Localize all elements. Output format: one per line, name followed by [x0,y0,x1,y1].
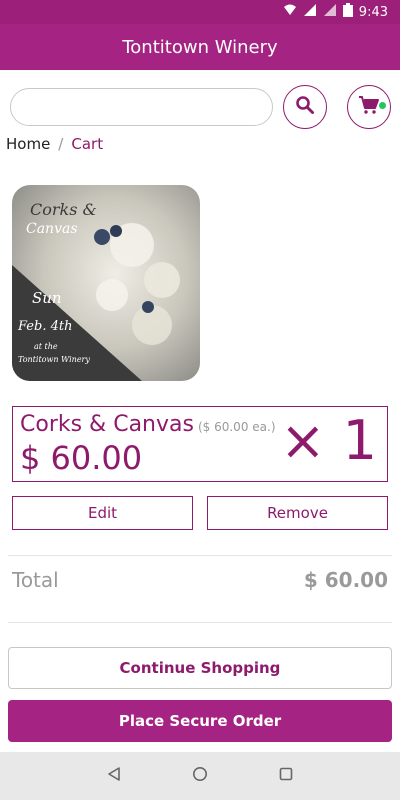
item-name-row: Corks & Canvas ($ 60.00 ea.) [20,412,276,437]
app-bar: Tontitown Winery [0,24,400,70]
cart-button[interactable] [347,85,391,129]
search-button[interactable] [283,85,327,129]
product-image-text-6: Tontitown Winery [18,355,90,364]
total-value: $ 60.00 [303,568,388,592]
breadcrumb-home[interactable]: Home [6,135,50,153]
cart-badge-dot [379,102,386,109]
product-image-text-1: Corks & [30,200,97,219]
breadcrumb: Home / Cart [6,135,103,153]
cart-item: Corks & Canvas ($ 60.00 ea.) $ 60.00 × 1 [12,406,388,482]
total-label: Total [12,568,59,592]
back-icon[interactable] [106,766,122,786]
product-image-text-5: at the [34,342,58,351]
system-nav-bar [0,752,400,800]
signal-icon [323,3,337,21]
battery-icon [342,3,353,21]
item-unit-price: ($ 60.00 ea.) [197,420,276,434]
search-field [10,88,273,126]
search-icon [295,95,315,119]
product-image: Corks & Canvas Sun Feb. 4th at the Tonti… [12,185,200,381]
edit-button[interactable]: Edit [12,496,193,530]
divider [8,555,392,556]
breadcrumb-current: Cart [71,135,104,153]
item-price: $ 60.00 [20,439,143,477]
search-input[interactable] [11,89,272,125]
product-image-text-3: Sun [32,289,62,307]
continue-shopping-button[interactable]: Continue Shopping [8,647,392,689]
wifi-icon [283,3,297,21]
breadcrumb-separator: / [58,135,64,153]
cart-icon [358,95,380,119]
recents-icon[interactable] [278,766,294,786]
home-icon[interactable] [192,766,208,786]
item-quantity: × 1 [280,409,377,472]
status-bar: 9:43 [0,0,400,24]
place-order-button[interactable]: Place Secure Order [8,700,392,742]
product-image-text-4: Feb. 4th [17,319,72,334]
divider [8,622,392,623]
status-time: 9:43 [358,4,388,20]
signal-icon [303,3,317,21]
product-image-text-2: Canvas [26,221,78,237]
item-name: Corks & Canvas [20,412,194,437]
remove-button[interactable]: Remove [207,496,388,530]
app-title: Tontitown Winery [122,36,278,58]
